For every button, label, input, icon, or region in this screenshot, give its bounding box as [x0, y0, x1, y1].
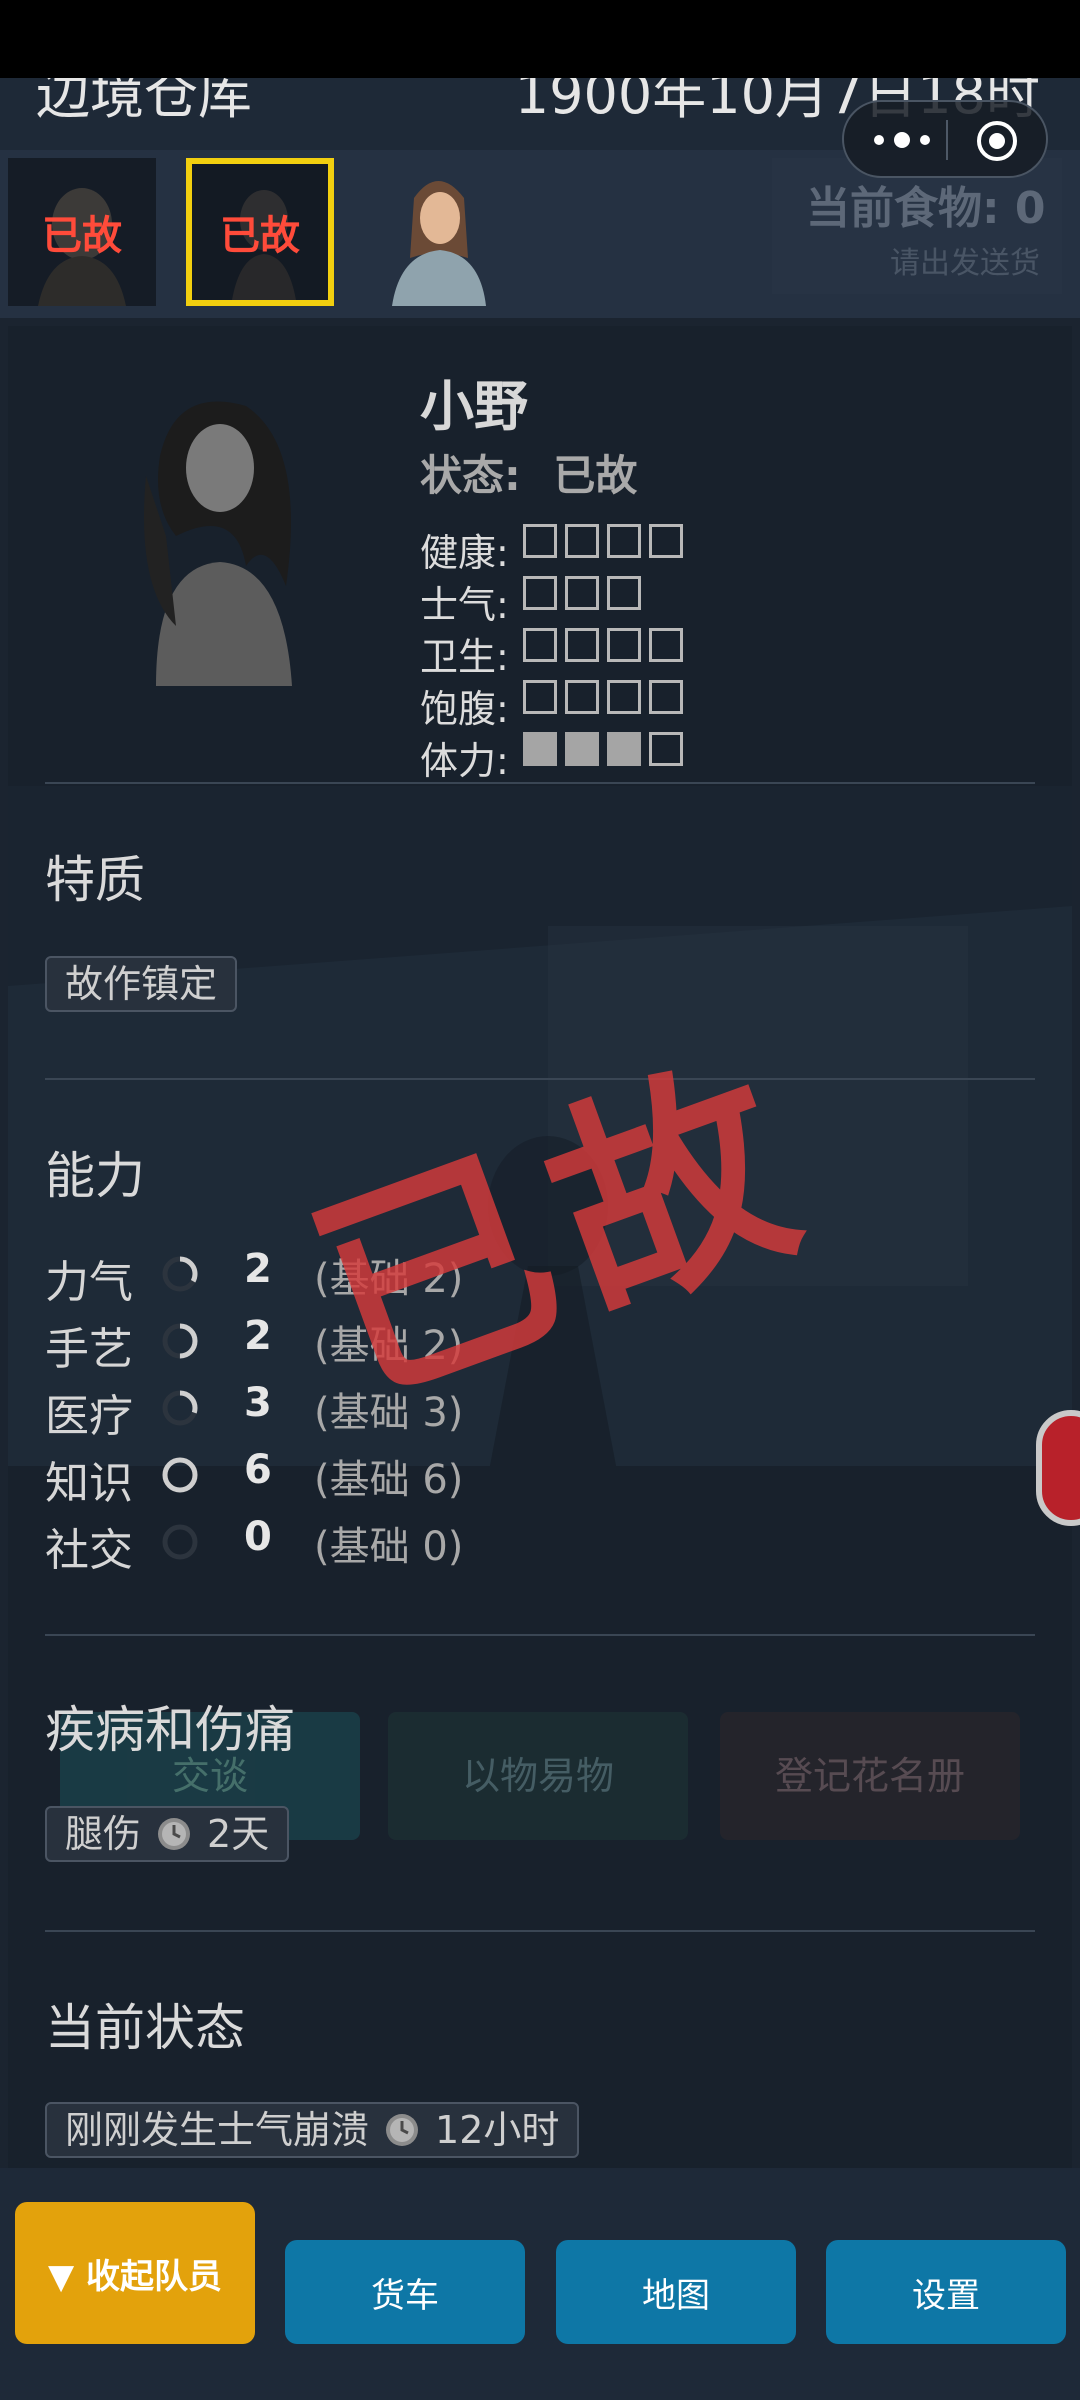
more-icon[interactable]	[874, 124, 930, 156]
status-tag-duration: 12小时	[435, 2108, 560, 2152]
ability-base-social: (基础 0)	[314, 1524, 464, 1570]
stat-label-satiety: 饱腹:	[420, 687, 509, 731]
status-label: 状态:	[420, 451, 521, 500]
stat-box	[607, 680, 641, 714]
stat-label-hygiene: 卫生:	[420, 635, 509, 679]
stat-box	[565, 628, 599, 662]
ability-label-knowledge: 知识	[45, 1458, 133, 1509]
ability-label-strength: 力气	[45, 1257, 133, 1308]
status-tag[interactable]: 刚刚发生士气崩溃 12小时	[45, 2102, 580, 2158]
food-sub-label: 请出发送货	[890, 246, 1040, 281]
divider	[45, 782, 1035, 784]
ability-ring-craft	[162, 1323, 198, 1359]
bg-barter-button: 以物易物	[388, 1712, 688, 1840]
crew-thumb-1[interactable]: 已故	[8, 158, 156, 306]
ailment-duration: 2天	[207, 1812, 270, 1856]
stat-box	[523, 576, 557, 610]
stat-box	[523, 524, 557, 558]
stat-box	[607, 524, 641, 558]
trait-tag[interactable]: 故作镇定	[45, 956, 238, 1012]
trait-label: 故作镇定	[65, 962, 218, 1006]
stat-box	[565, 680, 599, 714]
abilities-title: 能力	[45, 1147, 145, 1205]
system-status-bar	[0, 0, 1080, 78]
stat-box	[523, 732, 557, 766]
ability-value-strength: 2	[244, 1246, 272, 1292]
character-name: 小野	[420, 375, 528, 438]
stat-box	[607, 732, 641, 766]
miniprogram-capsule	[842, 100, 1048, 178]
stat-boxes-health	[523, 524, 683, 558]
ability-level-arc	[162, 1457, 198, 1493]
stat-box	[565, 524, 599, 558]
ability-ring-medicine	[162, 1390, 198, 1426]
truck-button[interactable]: 货车	[285, 2240, 525, 2344]
current-status-title: 当前状态	[45, 1999, 245, 2057]
clock-icon	[158, 1818, 191, 1850]
crew-thumb-3[interactable]	[364, 158, 512, 306]
side-badge-icon[interactable]	[1036, 1410, 1080, 1526]
collapse-crew-button[interactable]: ▼ 收起队员	[15, 2202, 255, 2344]
ability-label-social: 社交	[45, 1525, 133, 1576]
divider	[45, 1634, 1035, 1636]
ability-value-craft: 2	[244, 1313, 272, 1359]
bg-register-button: 登记花名册	[720, 1712, 1020, 1840]
stat-box	[649, 628, 683, 662]
ability-ring-knowledge	[162, 1457, 198, 1493]
status-tag-label: 刚刚发生士气崩溃	[65, 2108, 370, 2152]
dead-label: 已故	[42, 213, 122, 259]
map-button[interactable]: 地图	[556, 2240, 796, 2344]
location-title: 边境仓库	[36, 78, 252, 126]
stat-box	[649, 524, 683, 558]
close-target-icon[interactable]	[975, 119, 1019, 163]
ability-value-medicine: 3	[244, 1380, 272, 1426]
settings-button[interactable]: 设置	[826, 2240, 1066, 2344]
traits-title: 特质	[45, 851, 145, 909]
character-status: 状态: 已故	[420, 442, 637, 503]
stat-label-morale: 士气:	[420, 583, 509, 627]
stat-box	[649, 680, 683, 714]
ability-base-knowledge: (基础 6)	[314, 1457, 464, 1503]
stat-box	[607, 576, 641, 610]
character-portrait	[144, 401, 292, 686]
stat-box	[565, 732, 599, 766]
stat-boxes-hygiene	[523, 628, 683, 662]
ailment-tag[interactable]: 腿伤 2天	[45, 1806, 290, 1862]
ability-value-knowledge: 6	[244, 1447, 272, 1493]
ailments-title: 疾病和伤痛	[45, 1701, 295, 1759]
ability-value-social: 0	[244, 1514, 272, 1560]
stat-box	[523, 680, 557, 714]
ability-ring-social	[162, 1524, 198, 1560]
ailment-label: 腿伤	[65, 1812, 142, 1856]
food-label: 当前食物: 0	[806, 183, 1046, 234]
stat-box	[523, 628, 557, 662]
dead-label: 已故	[220, 213, 300, 259]
stat-box	[565, 576, 599, 610]
stat-box	[649, 732, 683, 766]
divider	[45, 1930, 1035, 1932]
ability-label-medicine: 医疗	[45, 1391, 133, 1442]
crew-portrait-3	[392, 181, 486, 306]
ability-ring-strength	[162, 1256, 198, 1292]
stat-boxes-stamina	[523, 732, 683, 766]
crew-thumb-2[interactable]: 已故	[186, 158, 334, 306]
character-panel: 小野 状态: 已故 健康: 士气: 卫生: 饱腹: 体力: 特质 故作镇定 能力…	[8, 326, 1072, 2168]
stat-box	[607, 628, 641, 662]
stat-label-health: 健康:	[420, 531, 509, 575]
clock-icon	[386, 2114, 419, 2146]
stat-boxes-satiety	[523, 680, 683, 714]
stat-label-stamina: 体力:	[420, 739, 509, 783]
status-value: 已故	[553, 451, 638, 500]
stat-boxes-morale	[523, 576, 641, 610]
ability-label-craft: 手艺	[45, 1324, 133, 1375]
